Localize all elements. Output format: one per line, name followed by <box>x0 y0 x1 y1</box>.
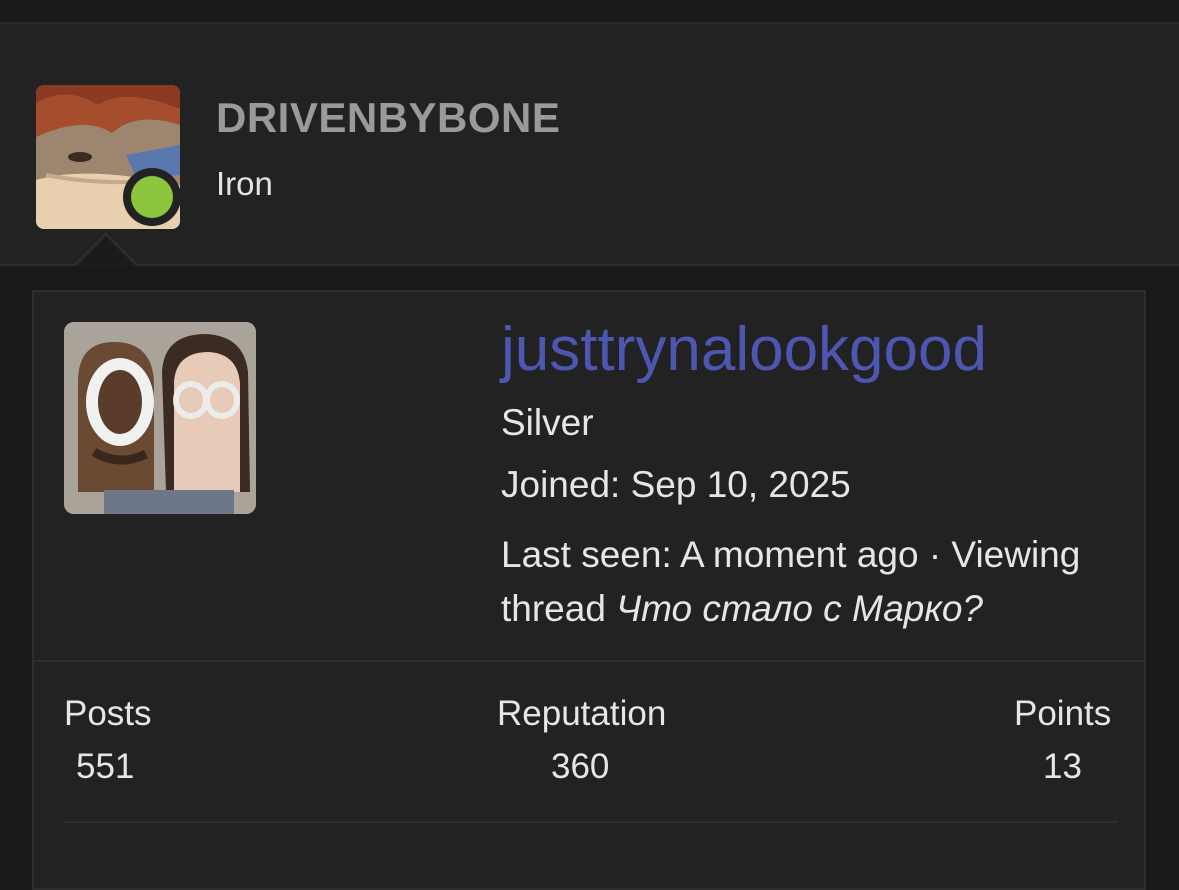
header-username[interactable]: DRIVENBYBONE <box>216 94 560 142</box>
profile-avatar-image <box>64 322 256 514</box>
profile-joined: Joined: Sep 10, 2025 <box>501 464 851 505</box>
top-bar <box>0 0 1179 24</box>
header-rank: Iron <box>216 165 273 202</box>
divider <box>64 821 1118 823</box>
points-label: Points <box>1014 694 1112 733</box>
points-value[interactable]: 13 <box>1043 747 1082 787</box>
profile-avatar[interactable] <box>64 322 256 514</box>
divider <box>34 660 1146 662</box>
profile-last-seen: Last seen: A moment ago · Viewing thread… <box>501 528 1131 636</box>
posts-value[interactable]: 551 <box>76 747 134 787</box>
viewing-thread-link[interactable]: Что стало с Марко? <box>616 588 983 629</box>
reputation-value[interactable]: 360 <box>551 747 609 787</box>
reputation-label: Reputation <box>497 694 667 733</box>
profile-username-link[interactable]: justtrynalookgood <box>501 314 987 385</box>
online-status-icon <box>123 168 181 226</box>
profile-rank: Silver <box>501 402 594 443</box>
user-header: DRIVENBYBONE Iron <box>0 24 1179 266</box>
profile-card: justtrynalookgood Silver Joined: Sep 10,… <box>32 290 1146 890</box>
posts-label: Posts <box>64 694 152 733</box>
